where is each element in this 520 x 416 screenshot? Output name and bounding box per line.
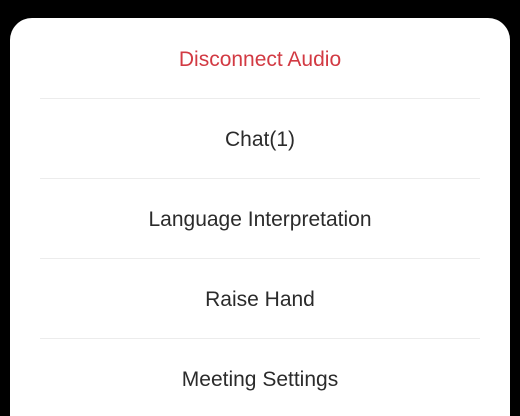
meeting-settings-button[interactable]: Meeting Settings (10, 340, 510, 416)
divider (40, 98, 480, 99)
divider (40, 178, 480, 179)
raise-hand-button[interactable]: Raise Hand (10, 260, 510, 340)
divider (40, 338, 480, 339)
disconnect-audio-button[interactable]: Disconnect Audio (10, 20, 510, 100)
language-interpretation-button[interactable]: Language Interpretation (10, 180, 510, 260)
chat-button[interactable]: Chat(1) (10, 100, 510, 180)
action-sheet: Disconnect Audio Chat(1) Language Interp… (10, 18, 510, 416)
divider (40, 258, 480, 259)
